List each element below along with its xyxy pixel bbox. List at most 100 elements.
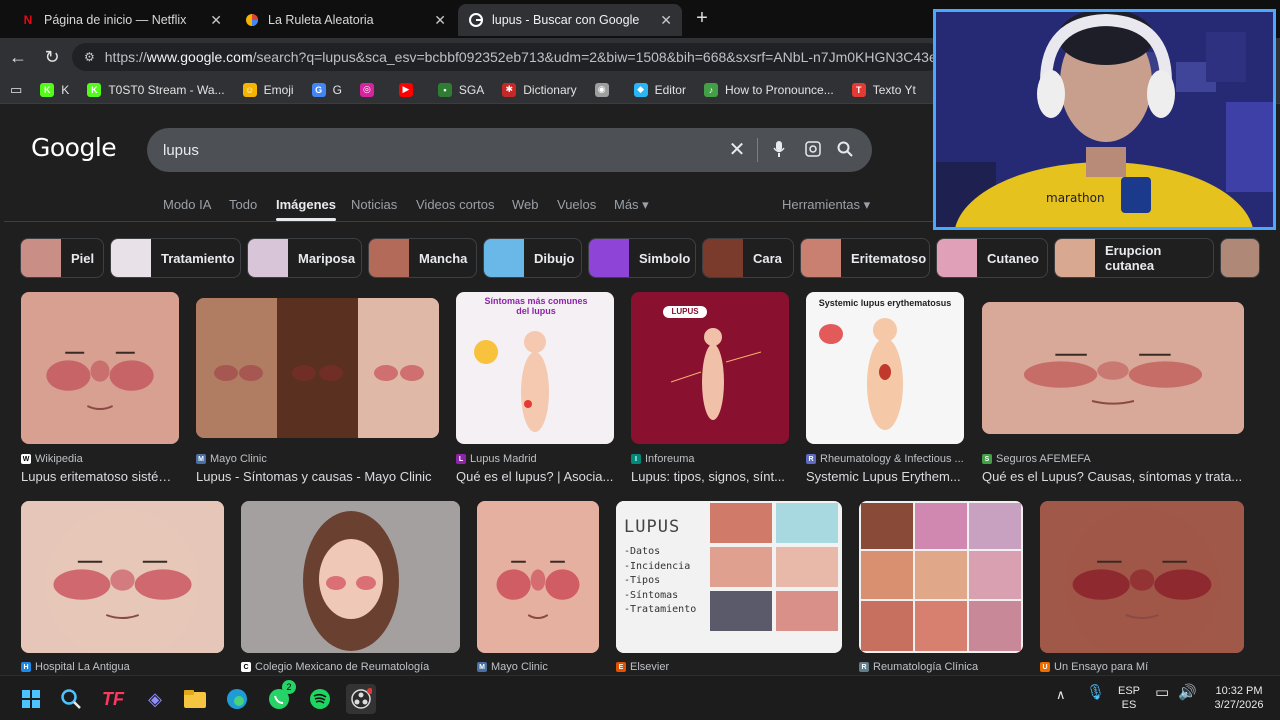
result-title[interactable]: Qué es el Lupus? Causas, síntomas y trat… — [982, 469, 1244, 484]
close-icon[interactable]: ✕ — [660, 12, 672, 29]
related-chip-partial[interactable] — [1220, 238, 1260, 278]
tab-google-search[interactable]: lupus - Buscar con Google ✕ — [458, 4, 682, 36]
result-thumbnail[interactable] — [982, 302, 1244, 434]
related-chip[interactable]: Piel — [20, 238, 104, 278]
back-button[interactable]: ← — [6, 45, 30, 69]
obs-icon[interactable] — [346, 684, 376, 714]
image-result[interactable]: C Colegio Mexicano de Reumatología — [241, 501, 460, 675]
related-chip[interactable]: Mancha — [368, 238, 477, 278]
bookmark-item[interactable]: • SGA — [437, 82, 484, 97]
result-thumbnail[interactable]: Síntomas más comunes del lupus — [456, 292, 614, 444]
related-chip[interactable]: Cara — [702, 238, 794, 278]
image-result[interactable]: R Reumatología Clínica — [859, 501, 1023, 675]
image-result[interactable]: W Wikipedia Lupus eritematoso sistém... — [21, 292, 179, 484]
bookmark-item[interactable]: ✱ Dictionary — [502, 82, 577, 97]
result-thumbnail[interactable] — [859, 501, 1023, 653]
tab-mas[interactable]: Más ▾ — [614, 197, 649, 213]
result-thumbnail[interactable] — [21, 501, 224, 653]
close-icon[interactable]: ✕ — [210, 12, 222, 29]
clear-icon[interactable]: ✕ — [727, 140, 747, 160]
related-chip[interactable]: Erupcion cutanea — [1054, 238, 1214, 278]
tab-videos-cortos[interactable]: Videos cortos — [416, 197, 495, 212]
bookmarks-menu-icon[interactable]: ▭ — [10, 82, 22, 98]
windows-start-icon[interactable] — [16, 684, 46, 714]
app-icon[interactable]: ◈ — [140, 684, 170, 714]
bookmark-item[interactable]: ◎ — [359, 82, 381, 97]
image-result[interactable]: Systemic lupus erythematosus R Rheumatolog… — [806, 292, 964, 484]
address-bar[interactable]: ⚙ https://www.google.com/search?q=lupus&… — [72, 43, 942, 71]
tab-web[interactable]: Web — [512, 197, 539, 212]
result-source[interactable]: U Un Ensayo para Mí — [1040, 661, 1148, 673]
result-source[interactable]: W Wikipedia — [21, 453, 83, 465]
result-thumbnail[interactable] — [1040, 501, 1244, 653]
result-title[interactable]: Lupus - Síntomas y causas - Mayo Clinic — [196, 469, 439, 484]
related-chip[interactable]: Dibujo — [483, 238, 582, 278]
result-thumbnail[interactable] — [241, 501, 460, 653]
image-result[interactable]: M Mayo Clinic — [477, 501, 599, 675]
image-result[interactable]: LUPUS I Inforeuma Lupus: tipos, signos, sín… — [631, 292, 789, 484]
tools-button[interactable]: Herramientas ▾ — [782, 197, 870, 213]
bookmark-item[interactable]: ☺ Emoji — [242, 82, 294, 97]
chevron-up-icon[interactable]: ∧ — [1056, 688, 1066, 702]
related-chip[interactable]: Mariposa — [247, 238, 362, 278]
result-source[interactable]: R Rheumatology & Infectious ... — [806, 453, 964, 465]
result-thumbnail[interactable] — [196, 298, 439, 438]
result-source[interactable]: R Reumatología Clínica — [859, 661, 978, 673]
tab-imagenes[interactable]: Imágenes — [276, 197, 336, 221]
result-thumbnail[interactable] — [21, 292, 179, 444]
result-title[interactable]: Lupus eritematoso sistém... — [21, 469, 179, 484]
related-chip[interactable]: Cutaneo — [936, 238, 1048, 278]
bookmark-item[interactable]: KK — [40, 82, 69, 97]
edge-browser-icon[interactable] — [222, 684, 252, 714]
image-result[interactable]: H Hospital La Antigua — [21, 501, 224, 675]
microphone-icon[interactable] — [769, 140, 789, 160]
new-tab-button[interactable]: + — [690, 6, 714, 30]
result-source[interactable]: E Elsevier — [616, 661, 669, 673]
language-indicator[interactable]: ESP ES — [1116, 684, 1142, 712]
result-source[interactable]: C Colegio Mexicano de Reumatología — [241, 661, 429, 673]
result-thumbnail[interactable]: LUPUS — [631, 292, 789, 444]
tab-noticias[interactable]: Noticias — [351, 197, 397, 212]
image-result[interactable]: U Un Ensayo para Mí — [1040, 501, 1244, 675]
google-logo[interactable]: Google — [31, 133, 117, 162]
result-source[interactable]: H Hospital La Antigua — [21, 661, 130, 673]
bookmark-item[interactable]: ▶ — [398, 82, 420, 97]
bookmark-item[interactable]: ♪ How to Pronounce... — [703, 82, 834, 97]
microphone-icon[interactable]: 🎙 — [1086, 685, 1105, 700]
bookmark-item[interactable]: ◉ — [594, 82, 616, 97]
tab-netflix[interactable]: N Página de inicio — Netflix ✕ — [10, 4, 232, 36]
related-chip[interactable]: Simbolo — [588, 238, 696, 278]
result-source[interactable]: M Mayo Clinic — [477, 661, 548, 673]
network-icon[interactable]: ▭ — [1155, 685, 1169, 700]
result-title[interactable]: Systemic Lupus Erythem... — [806, 469, 964, 484]
bookmark-item[interactable]: ◆ Editor — [633, 82, 686, 97]
site-info-icon[interactable]: ⚙ — [84, 50, 95, 64]
close-icon[interactable]: ✕ — [434, 12, 446, 29]
tf-app-icon[interactable]: TF — [98, 684, 128, 714]
related-chip[interactable]: Eritematoso — [800, 238, 930, 278]
whatsapp-icon[interactable]: 2 — [264, 680, 296, 714]
result-title[interactable]: Qué es el lupus? | Asocia... — [456, 469, 614, 484]
bookmark-item[interactable]: K T0ST0 Stream - Wa... — [87, 82, 225, 97]
result-thumbnail[interactable]: Systemic lupus erythematosus — [806, 292, 964, 444]
volume-icon[interactable]: 🔊 — [1178, 685, 1197, 700]
image-result[interactable]: LUPUS -Datos -Incidencia -Tipos -Síntomas -Tr… — [616, 501, 842, 675]
tab-ruleta[interactable]: La Ruleta Aleatoria ✕ — [234, 4, 456, 36]
camera-lens-icon[interactable] — [803, 140, 823, 160]
spotify-icon[interactable] — [305, 684, 335, 714]
tab-vuelos[interactable]: Vuelos — [557, 197, 596, 212]
tab-modo-ia[interactable]: Modo IA — [163, 197, 211, 212]
search-icon[interactable] — [56, 684, 86, 714]
result-source[interactable]: I Inforeuma — [631, 453, 695, 465]
reload-button[interactable]: ↻ — [40, 45, 64, 69]
bookmark-item[interactable]: T Texto Yt — [851, 82, 916, 97]
related-chip[interactable]: Tratamiento — [110, 238, 241, 278]
image-result[interactable]: M Mayo Clinic Lupus - Síntomas y causas - … — [196, 292, 439, 484]
clock[interactable]: 10:32 PM 3/27/2026 — [1206, 684, 1272, 712]
image-result[interactable]: S Seguros AFEMEFA Qué es el Lupus? Causas,… — [982, 292, 1244, 484]
result-source[interactable]: S Seguros AFEMEFA — [982, 453, 1091, 465]
search-input[interactable]: lupus ✕ — [147, 128, 872, 172]
search-icon[interactable] — [835, 140, 855, 160]
file-explorer-icon[interactable] — [180, 684, 210, 714]
result-title[interactable]: Lupus: tipos, signos, sínt... — [631, 469, 789, 484]
